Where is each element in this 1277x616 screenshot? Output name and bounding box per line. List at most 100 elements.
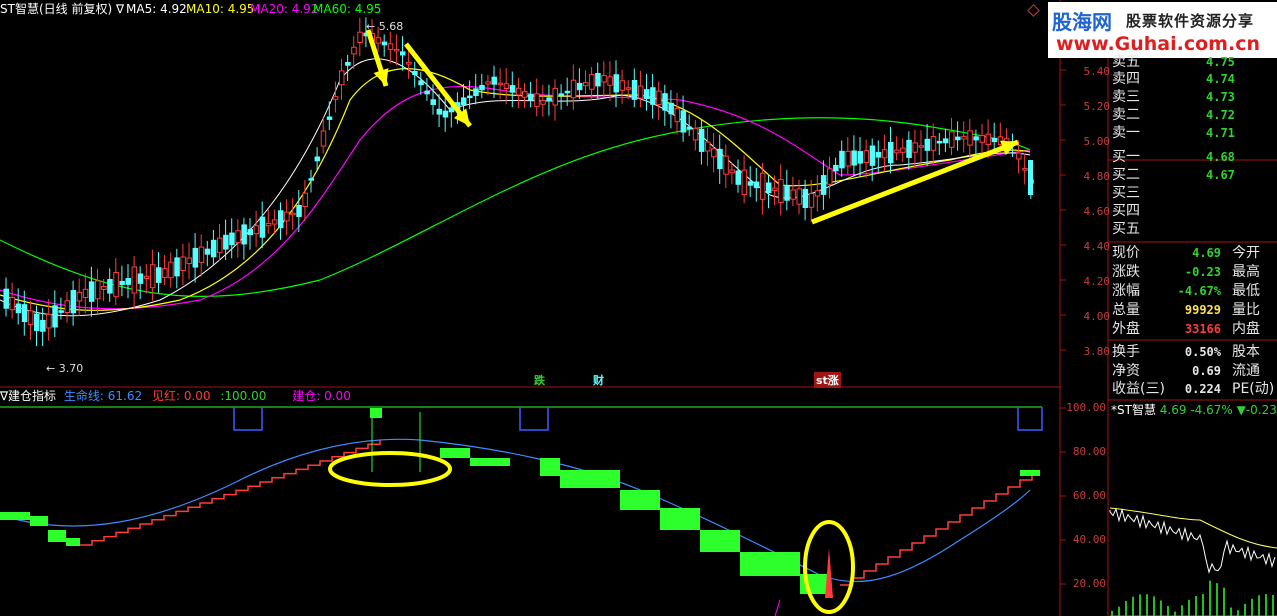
candle-body <box>924 138 931 151</box>
price-tick: 4.00 <box>1083 310 1111 323</box>
candle-body <box>589 74 595 90</box>
indicator-name[interactable]: 建仓指标 <box>8 389 56 403</box>
price-tick: 5.40 <box>1083 65 1111 78</box>
price-tick: 5.20 <box>1083 100 1111 113</box>
top-notch <box>1017 407 1043 431</box>
candle-body <box>412 70 418 76</box>
candle-body <box>308 178 314 181</box>
candle-body <box>290 212 296 216</box>
candle-body <box>869 145 876 166</box>
candle-body <box>814 190 821 197</box>
candle-body <box>253 225 260 235</box>
candle-body <box>607 76 613 86</box>
mini-quote-header[interactable]: *ST智慧 4.69 -4.67% ▼-0.23 <box>1111 403 1277 417</box>
candle-body <box>875 151 882 158</box>
candle-body <box>735 170 741 185</box>
blank-readout: :100.00 <box>220 389 267 403</box>
candle-body <box>229 232 235 246</box>
candle-body <box>955 136 961 141</box>
candle-body <box>906 139 912 158</box>
price-tick: 4.60 <box>1083 205 1111 218</box>
candle-body <box>271 219 278 225</box>
candle-body <box>894 149 900 154</box>
candle-body <box>833 164 839 172</box>
bid-row: 买一 4.68 <box>1112 149 1235 165</box>
candle-body <box>70 290 77 314</box>
green-block <box>660 508 700 530</box>
site-logo[interactable]: 股海网 股票软件资源分享 www.Guhai.com.cn <box>1048 2 1277 58</box>
candle-body <box>107 279 113 294</box>
candle-body <box>881 149 888 159</box>
candle-body <box>778 179 784 203</box>
price-tick: 5.00 <box>1083 135 1111 148</box>
event-tag-finance[interactable]: 财 <box>591 372 606 388</box>
candle-body <box>546 97 552 102</box>
candle-body <box>698 128 705 152</box>
candle-body <box>766 182 772 194</box>
bid-row: 买三 <box>1112 185 1140 201</box>
candle-body <box>326 116 333 120</box>
candle-body <box>656 90 662 106</box>
ask-row: 卖三 4.73 <box>1112 89 1235 105</box>
ask-row: 卖四 4.74 <box>1112 71 1235 87</box>
candle-body <box>21 304 28 323</box>
candle-body <box>76 291 83 302</box>
candle-body <box>204 248 211 255</box>
candle-body <box>845 150 851 167</box>
event-tag-fall[interactable]: 跌 <box>532 372 547 388</box>
candle-body <box>570 79 577 99</box>
candle-body <box>942 138 949 144</box>
build-line <box>774 599 781 616</box>
candle-body <box>613 74 619 93</box>
candle-body <box>34 313 40 331</box>
candle-body <box>418 80 424 86</box>
event-tag-st[interactable]: st涨 <box>814 372 841 388</box>
green-block <box>470 458 510 466</box>
life-line <box>0 438 1031 583</box>
candle-body <box>680 110 687 133</box>
candle-body <box>424 90 430 95</box>
candle-body <box>991 137 998 143</box>
candle-body <box>217 237 223 254</box>
candle-body <box>302 192 308 207</box>
candle-body <box>900 147 906 153</box>
candle-body <box>583 82 589 87</box>
candle-body <box>552 87 558 106</box>
green-block <box>440 448 470 458</box>
candle-body <box>802 188 809 209</box>
candle-body <box>772 187 778 192</box>
top-notch <box>233 407 263 431</box>
candle-body <box>125 278 131 285</box>
indicator-header: ∇建仓指标 生命线: 61.62 见红: 0.00 :100.00 建仓: 0.… <box>0 389 351 403</box>
candle-body <box>601 75 607 83</box>
candle-body <box>448 107 455 113</box>
quote-panel: 卖五 4.75 卖四 4.74 卖三 4.73 卖二 4.72 卖一 4.71 买一 4.6… <box>1110 54 1277 397</box>
candle-body <box>503 83 510 90</box>
green-block <box>700 530 740 552</box>
candle-body <box>674 107 680 123</box>
candle-body <box>393 48 400 52</box>
candle-body <box>265 222 272 227</box>
candle-body <box>625 87 632 90</box>
candle-body <box>540 99 546 105</box>
candle-body <box>357 31 363 43</box>
stat-row: 收益(三) 0.224 PE(动) <box>1112 381 1275 397</box>
candle-body <box>930 136 937 151</box>
candle-body <box>186 257 192 265</box>
candle-body <box>241 224 247 245</box>
candle-body <box>479 84 485 91</box>
candle-body <box>473 88 479 97</box>
candle-body <box>979 134 985 143</box>
candle-body <box>284 211 290 222</box>
ma10-readout: MA10: 4.95 <box>186 2 255 16</box>
candle-body <box>223 234 229 250</box>
candle-body <box>168 261 174 279</box>
stock-chart[interactable] <box>0 0 1277 616</box>
indicator-toggle-icon[interactable]: ∇ <box>0 389 8 403</box>
candle-body <box>918 145 924 148</box>
candle-body <box>576 82 583 91</box>
indicator-tick: 60.00 <box>1072 489 1106 502</box>
green-block <box>1020 470 1040 476</box>
candle-body <box>314 156 321 162</box>
dropdown-icon[interactable]: ∇ <box>116 2 124 16</box>
